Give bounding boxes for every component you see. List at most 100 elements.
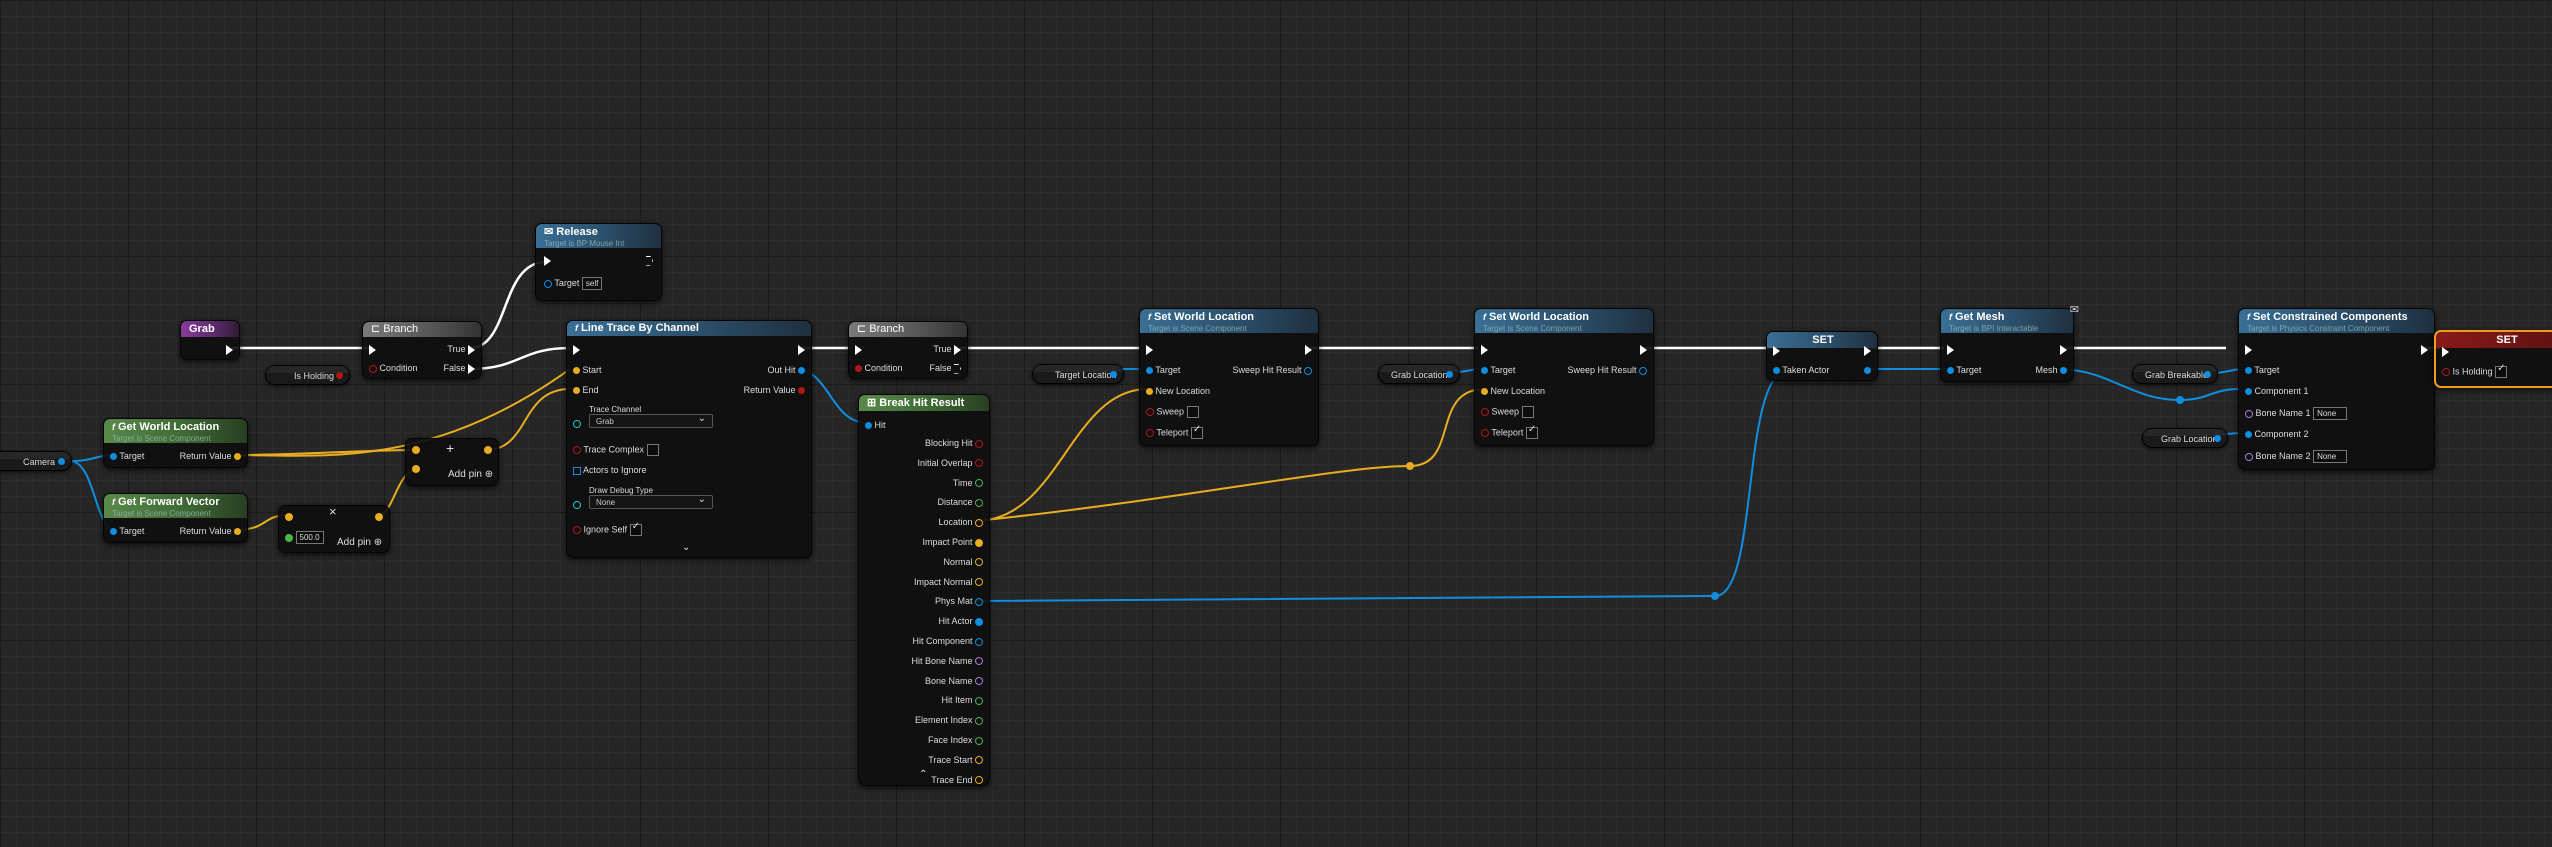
bone-name-1-field[interactable]: None <box>2313 407 2348 420</box>
get-world-location-return-pin[interactable]: Return Value <box>180 451 241 461</box>
break-hit-output-pin[interactable]: Impact Normal <box>914 577 983 587</box>
break-hit-output-pin[interactable]: Hit Component <box>912 636 983 646</box>
break-hit-output-pin[interactable]: Location <box>938 517 983 527</box>
break-hit-output-pin[interactable]: Time <box>953 478 983 488</box>
grab-location-variable-2[interactable]: Grab Location <box>2142 428 2228 448</box>
add-1-add-pin-button[interactable]: Add pin ⊕ <box>448 469 493 480</box>
camera-out-pin[interactable] <box>58 458 65 465</box>
trace-channel-dropdown[interactable]: Grab <box>589 412 713 428</box>
set-constrained-comp2-pin[interactable]: Component 2 <box>2245 429 2309 439</box>
break-hit-output-pin[interactable]: Bone Name <box>925 676 983 686</box>
get-mesh-target-pin[interactable]: Target <box>1947 365 1981 375</box>
grab-location-2-out-pin[interactable] <box>2214 435 2221 442</box>
get-mesh-exec-in[interactable] <box>1947 344 1954 355</box>
line-trace-start-pin[interactable]: Start <box>573 365 602 375</box>
branch-node-2[interactable]: ⊏ Branch Condition True False <box>848 321 968 379</box>
break-hit-output-pin[interactable]: Element Index <box>915 715 983 725</box>
break-hit-result-node[interactable]: ⊞ Break Hit Result Hit Blocking Hit Init… <box>858 394 990 786</box>
line-trace-exec-out[interactable] <box>798 344 805 355</box>
branch-2-true-pin[interactable]: True <box>933 344 961 355</box>
multiply-input-a-pin[interactable] <box>285 511 293 521</box>
multiply-node[interactable]: 500.0 × Add pin ⊕ <box>278 504 390 553</box>
set-taken-actor-out-pin[interactable] <box>1864 365 1871 375</box>
set-world-location-node-2[interactable]: f Set World Location Target is Scene Comp… <box>1474 308 1654 446</box>
get-mesh-node[interactable]: f Get Mesh Target is BPI Interactable ✉ T… <box>1940 304 2079 382</box>
draw-debug-type-pin[interactable] <box>573 499 581 509</box>
set-taken-exec-out[interactable] <box>1864 345 1871 356</box>
grab-breakable-out-pin[interactable] <box>2204 371 2211 378</box>
set-constrained-bone1-pin[interactable]: Bone Name 1 None <box>2245 407 2348 420</box>
bone-name-2-field[interactable]: None <box>2313 450 2348 463</box>
break-hit-output-pin[interactable]: Hit Bone Name <box>911 656 983 666</box>
get-world-location-target-pin[interactable]: Target <box>110 451 144 461</box>
branch-1-false-pin[interactable]: False <box>443 363 475 374</box>
multiply-output-pin[interactable] <box>375 511 383 521</box>
break-hit-output-pin[interactable]: Trace Start <box>928 755 983 765</box>
multiply-input-b-pin[interactable]: 500.0 <box>285 531 324 544</box>
break-hit-output-pin[interactable]: Phys Mat <box>935 596 983 606</box>
ignore-self-checkbox[interactable] <box>629 522 642 536</box>
branch-1-exec-in[interactable] <box>369 344 376 355</box>
is-holding-variable[interactable]: Is Holding <box>265 365 350 385</box>
set-taken-actor-in-pin[interactable]: Taken Actor <box>1773 365 1829 375</box>
add-output-pin[interactable] <box>484 444 492 454</box>
grab-location-variable-1[interactable]: Grab Location <box>1378 364 1460 384</box>
set-constrained-exec-in[interactable] <box>2245 344 2252 355</box>
line-trace-out-hit-pin[interactable]: Out Hit <box>767 365 805 375</box>
line-trace-node[interactable]: f Line Trace By Channel Start End Out Hit… <box>566 320 812 558</box>
add-vector-node[interactable]: + Add pin ⊕ <box>405 438 499 486</box>
set-constrained-target-pin[interactable]: Target <box>2245 365 2279 375</box>
branch-2-exec-in[interactable] <box>855 344 862 355</box>
break-hit-output-pin[interactable]: Blocking Hit <box>925 438 983 448</box>
grab-event-node[interactable]: Grab <box>180 320 240 360</box>
add-input-a-pin[interactable] <box>412 444 420 454</box>
grab-breakable-variable[interactable]: Grab Breakable <box>2132 364 2218 384</box>
set-taken-exec-in[interactable] <box>1773 345 1780 356</box>
break-hit-output-pin[interactable]: Distance <box>937 497 983 507</box>
swl2-sweep-pin[interactable]: Sweep <box>1481 406 1534 418</box>
trace-complex-pin[interactable]: Trace Complex <box>573 444 659 456</box>
branch-2-false-pin[interactable]: False <box>929 363 961 374</box>
draw-debug-type-dropdown[interactable]: None <box>589 493 713 509</box>
target-location-out-pin[interactable] <box>1110 371 1117 378</box>
trace-complex-checkbox[interactable] <box>646 444 659 456</box>
release-target-value[interactable]: self <box>581 277 603 290</box>
ignore-self-pin[interactable]: Ignore Self <box>573 522 642 536</box>
set-holding-checkbox[interactable] <box>2495 364 2508 378</box>
get-mesh-exec-out[interactable] <box>2060 344 2067 355</box>
trace-channel-pin[interactable] <box>573 418 581 428</box>
set-world-location-node-1[interactable]: f Set World Location Target is Scene Comp… <box>1139 308 1319 446</box>
set-holding-exec-in[interactable] <box>2442 346 2449 357</box>
set-constrained-exec-out[interactable] <box>2421 344 2428 355</box>
swl1-exec-in[interactable] <box>1146 344 1153 355</box>
grab-location-1-out-pin[interactable] <box>1446 371 1453 378</box>
multiply-add-pin-button[interactable]: Add pin ⊕ <box>337 537 382 548</box>
swl2-sweep-hit-pin[interactable]: Sweep Hit Result <box>1567 365 1647 375</box>
expand-chevron-icon[interactable]: ⌄ <box>682 543 690 553</box>
swl2-target-pin[interactable]: Target <box>1481 365 1515 375</box>
swl2-sweep-checkbox[interactable] <box>1521 406 1534 418</box>
get-forward-vector-target-pin[interactable]: Target <box>110 526 144 536</box>
set-taken-actor-node[interactable]: SET Taken Actor <box>1766 331 1878 381</box>
get-forward-vector-return-pin[interactable]: Return Value <box>180 526 241 536</box>
target-location-variable[interactable]: Target Location <box>1032 364 1124 384</box>
release-exec-in[interactable] <box>544 255 551 266</box>
line-trace-return-pin[interactable]: Return Value <box>744 385 805 395</box>
branch-1-true-pin[interactable]: True <box>447 344 475 355</box>
swl1-exec-out[interactable] <box>1305 344 1312 355</box>
branch-node-1[interactable]: ⊏ Branch Condition True False <box>362 321 482 379</box>
collapse-chevron-icon[interactable]: ⌃ <box>919 770 927 780</box>
line-trace-end-pin[interactable]: End <box>573 385 599 395</box>
break-hit-output-pin[interactable]: Face Index <box>928 735 983 745</box>
break-hit-output-pin[interactable]: Hit Item <box>941 695 983 705</box>
swl1-teleport-checkbox[interactable] <box>1190 425 1203 439</box>
swl2-exec-in[interactable] <box>1481 344 1488 355</box>
release-node[interactable]: ✉ Release Target is BP Mouse Int Target … <box>535 223 662 301</box>
branch-2-condition-pin[interactable]: Condition <box>855 363 903 373</box>
swl2-teleport-pin[interactable]: Teleport <box>1481 425 1538 439</box>
break-hit-output-pin[interactable]: Trace End <box>931 775 983 785</box>
swl2-new-location-pin[interactable]: New Location <box>1481 386 1545 396</box>
set-constrained-comp1-pin[interactable]: Component 1 <box>2245 386 2309 396</box>
grab-exec-out-pin[interactable] <box>226 344 233 355</box>
break-hit-output-pin[interactable]: Impact Point <box>922 537 983 547</box>
